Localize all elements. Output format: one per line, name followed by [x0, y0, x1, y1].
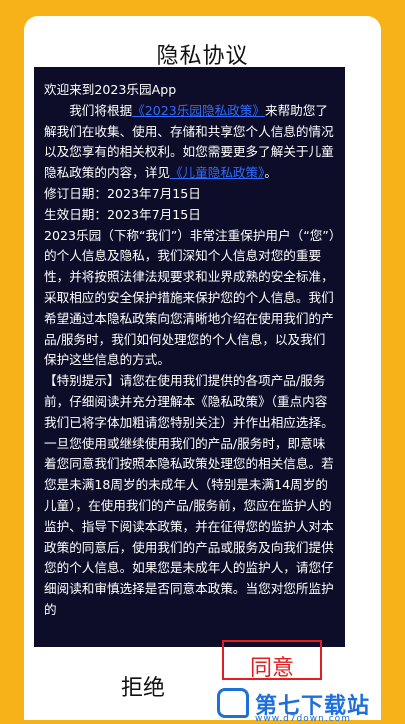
policy-intro: 我们将根据《2023乐园隐私政策》来帮助您了解我们在收集、使用、存储和共享您个人…: [44, 101, 337, 184]
policy-paragraph-2: 【特别提示】请您在使用我们提供的各项产品/服务前，仔细阅读并充分理解本《隐私政策…: [44, 373, 334, 617]
policy-paragraph-1: 2023乐园（下称“我们”）非常注重保护用户（“您”）的个人信息及隐私，我们深知…: [44, 227, 336, 368]
agree-button[interactable]: 同意: [222, 640, 322, 681]
child-privacy-policy-link[interactable]: 《儿童隐私政策》: [170, 165, 264, 180]
policy-greeting: 欢迎来到2023乐园App: [44, 82, 177, 97]
watermark-logo-icon: [217, 688, 249, 718]
effective-date: 生效日期：2023年7月15日: [44, 206, 201, 222]
policy-content-scroll[interactable]: 欢迎来到2023乐园App 我们将根据《2023乐园隐私政策》来帮助您了解我们在…: [34, 67, 345, 647]
privacy-policy-link[interactable]: 《2023乐园隐私政策》: [132, 103, 265, 118]
intro-text-end: 。: [264, 165, 277, 181]
dialog-title: 隐私协议: [156, 44, 249, 69]
watermark-url: www.d7down.com: [255, 714, 351, 724]
intro-text-pre: 我们将根据: [69, 102, 133, 118]
reject-button[interactable]: 拒绝: [121, 670, 165, 702]
site-watermark: 第七下载站 www.d7down.com: [215, 688, 405, 724]
revised-date: 修订日期：2023年7月15日: [44, 185, 201, 201]
